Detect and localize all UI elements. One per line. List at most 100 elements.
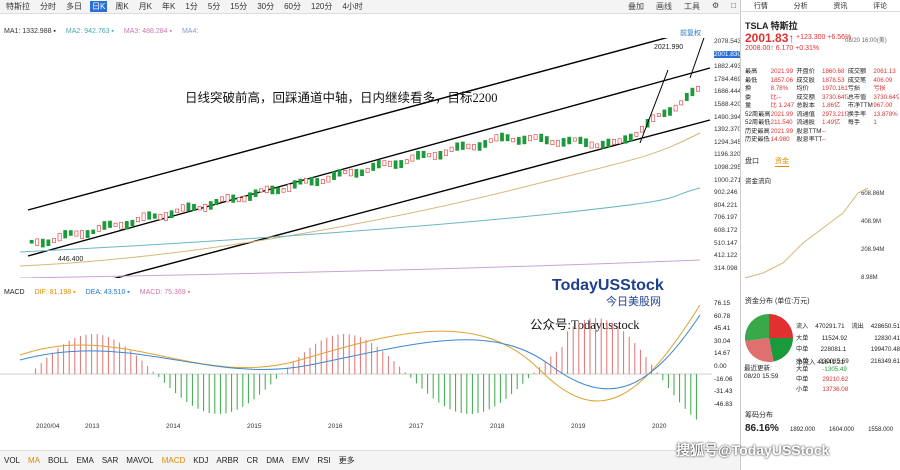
candle xyxy=(483,140,488,148)
indicator-macd[interactable]: MACD xyxy=(162,456,186,465)
tab-4[interactable]: 周K xyxy=(113,1,130,12)
candle xyxy=(578,136,583,144)
indicator-vol[interactable]: VOL xyxy=(4,456,20,465)
quote-cell: -- xyxy=(822,136,827,143)
panel-tab-1[interactable]: 分析 xyxy=(794,1,808,11)
candle xyxy=(332,171,336,180)
update-time: 08/20 15:59 xyxy=(744,373,779,380)
candle xyxy=(690,87,695,97)
tab-12[interactable]: 120分 xyxy=(309,1,334,12)
price-change: +123.300 +6.56% xyxy=(796,34,852,41)
candle xyxy=(253,189,258,197)
tab-8[interactable]: 5分 xyxy=(206,1,222,12)
tool-0[interactable]: 叠加 xyxy=(628,1,644,12)
tab-fund[interactable]: 资金 xyxy=(775,156,789,167)
indicator-arbr[interactable]: ARBR xyxy=(216,456,238,465)
macd-chart xyxy=(0,304,712,420)
indicator-sar[interactable]: SAR xyxy=(102,456,118,465)
flow-cell: 228081.1 xyxy=(820,346,847,353)
indicator-更多[interactable]: 更多 xyxy=(339,455,355,466)
tab-7[interactable]: 1分 xyxy=(183,1,199,12)
panel-tab-3[interactable]: 评论 xyxy=(873,1,887,11)
quote-cell: 2973.21亿 xyxy=(822,110,848,118)
candle xyxy=(668,107,672,116)
panel-tab-2[interactable]: 资讯 xyxy=(833,1,847,11)
price-tick: 1196.320 xyxy=(714,151,741,159)
quote-cell: 52周最低 xyxy=(745,119,771,126)
indicator-rsi[interactable]: RSI xyxy=(317,456,330,465)
indicator-kdj[interactable]: KDJ xyxy=(193,456,208,465)
candle xyxy=(108,220,112,228)
candle xyxy=(46,239,51,247)
tab-5[interactable]: 月K xyxy=(137,1,154,12)
candle xyxy=(102,221,107,230)
tab-2[interactable]: 多日 xyxy=(64,1,84,12)
quote-cell: 开盘价 xyxy=(796,68,815,75)
tab-orderbook[interactable]: 盘口 xyxy=(745,156,759,167)
quote-cell: 1860.68 xyxy=(822,68,845,75)
sub-tabs: 盘口 资金 xyxy=(745,156,789,167)
ma-line-2 xyxy=(19,187,701,253)
candle xyxy=(169,210,174,219)
tool-4[interactable]: □ xyxy=(731,1,736,12)
dist-pct: 86.16% xyxy=(745,423,779,434)
quote-panel: 行情 分析 资讯 评论 TSLA 特斯拉 2001.83↑ +123.300 +6.5… xyxy=(740,0,900,470)
price-tick: 1392.370 xyxy=(714,126,742,134)
quote-cell: 股息率TTM xyxy=(796,136,823,143)
tab-10[interactable]: 30分 xyxy=(255,1,276,12)
candle xyxy=(276,187,280,195)
quote-cell: 股息TTM xyxy=(796,127,822,135)
macd-tab[interactable]: MACD xyxy=(4,289,25,298)
tool-1[interactable]: 画线 xyxy=(656,1,672,12)
indicator-mavol[interactable]: MAVOL xyxy=(126,456,153,465)
tab-1[interactable]: 分时 xyxy=(38,1,58,12)
time-tick: 2015 xyxy=(247,423,262,430)
candle xyxy=(634,132,639,137)
macd-tick: -46.83 xyxy=(714,400,733,408)
intraday-tick: 608.86M xyxy=(861,191,884,197)
quote-cell: 委 xyxy=(745,93,752,101)
indicator-dma[interactable]: DMA xyxy=(266,456,284,465)
indicator-ma[interactable]: MA xyxy=(28,456,40,465)
quote-cell xyxy=(848,136,874,145)
tool-3[interactable]: ⚙ xyxy=(712,1,719,12)
indicator-ema[interactable]: EMA xyxy=(76,456,93,465)
indicator-cr[interactable]: CR xyxy=(247,456,259,465)
panel-tab-0[interactable]: 行情 xyxy=(754,1,768,11)
tab-9[interactable]: 15分 xyxy=(228,1,249,12)
candle xyxy=(494,134,499,142)
tab-6[interactable]: 年K xyxy=(160,1,177,12)
candle xyxy=(147,211,152,220)
tab-13[interactable]: 4小时 xyxy=(340,1,364,12)
price-tick: 412.122 xyxy=(714,252,738,260)
candle xyxy=(421,150,426,159)
price-tick: 1294.345 xyxy=(714,138,742,146)
candle xyxy=(556,140,560,147)
candle xyxy=(561,138,566,147)
indicator-emv[interactable]: EMV xyxy=(292,456,309,465)
candle xyxy=(466,143,471,150)
chart-toolbar: 特斯拉 分时 多日 日K 周K 月K 年K 1分 5分 15分 30分 60分 120分 4小时 叠加 画线 工… xyxy=(0,0,740,14)
tool-2[interactable]: 工具 xyxy=(684,1,700,12)
intraday-line xyxy=(744,187,869,279)
candle xyxy=(236,197,241,203)
flow-bar-cell: 中单 xyxy=(796,376,809,383)
candle xyxy=(197,206,202,211)
indicator-boll[interactable]: BOLL xyxy=(48,456,68,465)
tab-3[interactable]: 日K xyxy=(90,1,108,12)
candle xyxy=(522,135,527,145)
adjust-label[interactable]: 前复权 xyxy=(680,28,701,38)
macd-tick: 14.67 xyxy=(714,350,731,358)
candle xyxy=(612,139,616,145)
price-tick: 1686.444 xyxy=(714,88,742,96)
time-tick: 2020/04 xyxy=(36,423,60,430)
tab-0[interactable]: 特斯拉 xyxy=(4,1,32,12)
candle xyxy=(315,178,320,187)
pie-slice xyxy=(745,314,769,342)
time-tick: 2013 xyxy=(85,423,100,430)
quote-row: 量 比 1.247 总股本 1.86亿 市净TTM 967.00 xyxy=(745,102,899,111)
tab-11[interactable]: 60分 xyxy=(282,1,303,12)
pie-slice xyxy=(745,338,774,362)
quote-cell: -- xyxy=(822,127,827,135)
flow-cell: 12830.41 xyxy=(874,334,900,342)
